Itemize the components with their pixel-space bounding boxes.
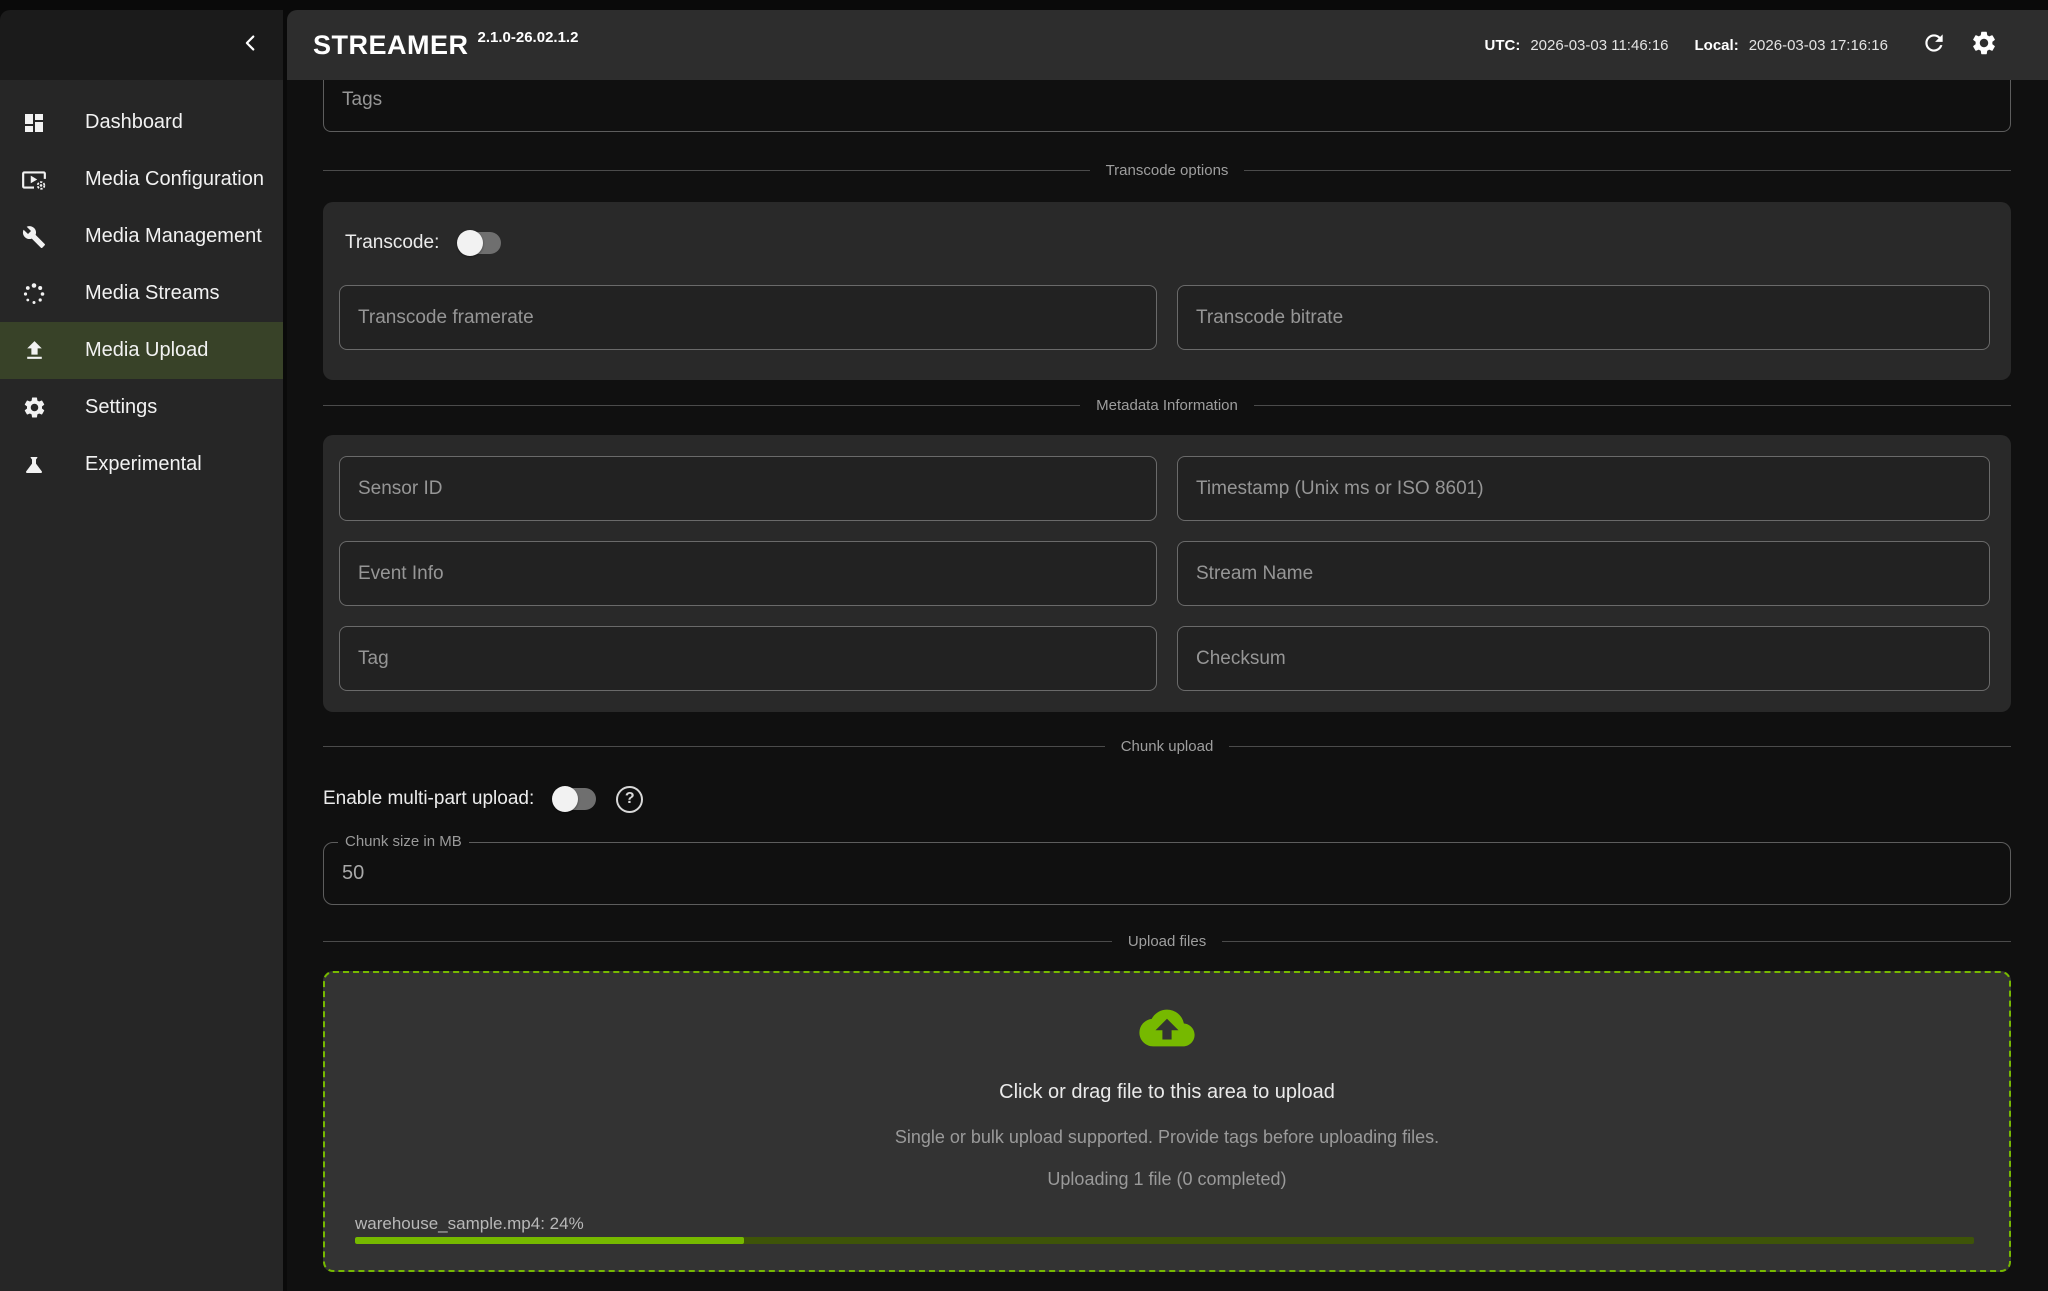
sidebar-item-label: Dashboard [85,111,183,134]
sidebar-item-experimental[interactable]: Experimental [0,436,283,493]
chunk-size-field: Chunk size in MB [323,842,2011,905]
flask-icon [21,452,47,478]
app-header: STREAMER 2.1.0-26.02.1.2 UTC: 2026-03-03… [287,10,2048,80]
transcode-framerate-input[interactable] [339,285,1157,350]
file-upload-dropzone[interactable]: Click or drag file to this area to uploa… [323,971,2011,1272]
utc-time: 2026-03-03 11:46:16 [1530,37,1668,54]
sidebar: Dashboard Media Configuration Media Mana… [0,80,283,1291]
divider-label: Transcode options [1106,162,1229,179]
upload-status-text: Uploading 1 file (0 completed) [325,1169,2009,1190]
metadata-information-divider: Metadata Information [323,393,2011,417]
timestamp-input[interactable] [1177,456,1990,521]
sidebar-item-label: Media Streams [85,282,220,305]
transcode-bitrate-input[interactable] [1177,285,1990,350]
help-icon[interactable]: ? [616,786,643,813]
sidebar-item-label: Media Upload [85,339,208,362]
toggle-knob [457,230,483,256]
utc-label: UTC: [1485,37,1521,54]
streams-spinner-icon [21,281,47,307]
chunk-upload-divider: Chunk upload [323,734,2011,758]
upload-progress-fill [355,1237,744,1244]
multipart-toggle-label: Enable multi-part upload: [323,788,534,810]
settings-button[interactable] [1964,25,2004,65]
gear-icon [1970,29,1998,62]
app-window: STREAMER 2.1.0-26.02.1.2 UTC: 2026-03-03… [0,0,2048,1291]
divider-label: Metadata Information [1096,397,1238,414]
sensor-id-input[interactable] [339,456,1157,521]
dropzone-main-text: Click or drag file to this area to uploa… [325,1081,2009,1104]
upload-progress-bar [355,1237,1974,1244]
sidebar-item-label: Media Configuration [85,168,264,191]
transcode-options-panel: Transcode: [323,202,2011,380]
checksum-input[interactable] [1177,626,1990,691]
transcode-options-divider: Transcode options [323,158,2011,182]
sidebar-item-dashboard[interactable]: Dashboard [0,94,283,151]
refresh-button[interactable] [1914,25,1954,65]
sidebar-item-media-configuration[interactable]: Media Configuration [0,151,283,208]
sidebar-item-media-management[interactable]: Media Management [0,208,283,265]
cloud-upload-icon [325,1005,2009,1056]
multipart-upload-toggle[interactable] [554,788,596,810]
metadata-information-panel [323,435,2011,712]
media-configuration-icon [21,167,47,193]
dropzone-hint-text: Single or bulk upload supported. Provide… [325,1127,2009,1148]
upload-icon [21,338,47,364]
local-label: Local: [1695,37,1739,54]
local-time: 2026-03-03 17:16:16 [1749,37,1888,54]
tags-input[interactable] [323,80,2011,132]
app-version: 2.1.0-26.02.1.2 [478,30,579,45]
sidebar-item-media-streams[interactable]: Media Streams [0,265,283,322]
help-glyph: ? [625,790,635,808]
sidebar-item-label: Settings [85,396,157,419]
sidebar-item-settings[interactable]: Settings [0,379,283,436]
header-right-cluster: UTC: 2026-03-03 11:46:16 Local: 2026-03-… [1485,25,2048,65]
stream-name-input[interactable] [1177,541,1990,606]
refresh-icon [1921,30,1947,61]
transcode-toggle[interactable] [459,232,501,254]
tag-input[interactable] [339,626,1157,691]
app-title-group: STREAMER 2.1.0-26.02.1.2 [313,28,578,62]
dashboard-icon [21,110,47,136]
sidebar-header [0,10,283,80]
divider-label: Upload files [1128,933,1206,950]
sidebar-item-label: Experimental [85,453,202,476]
multipart-toggle-row: Enable multi-part upload: ? [323,780,643,818]
media-upload-page: Transcode options Transcode: Metadata In… [287,80,2048,1291]
uploading-file-label: warehouse_sample.mp4: 24% [355,1214,584,1234]
event-info-input[interactable] [339,541,1157,606]
chunk-size-input[interactable] [324,843,2010,904]
upload-files-divider: Upload files [323,929,2011,953]
divider-label: Chunk upload [1121,738,1214,755]
gear-icon [21,395,47,421]
app-title: STREAMER [313,28,469,62]
transcode-toggle-label: Transcode: [345,232,439,254]
toggle-knob [552,786,578,812]
sidebar-collapse-button[interactable] [233,27,269,63]
transcode-toggle-row: Transcode: [345,228,501,258]
wrench-icon [21,224,47,250]
sidebar-item-label: Media Management [85,225,262,248]
sidebar-item-media-upload[interactable]: Media Upload [0,322,283,379]
chevron-left-icon [240,32,262,59]
